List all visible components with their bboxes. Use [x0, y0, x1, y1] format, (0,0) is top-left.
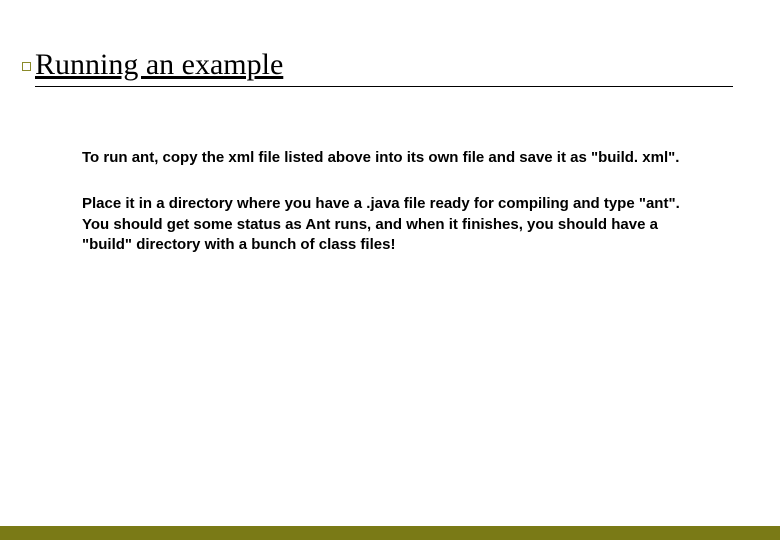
content-area: To run ant, copy the xml file listed abo…	[82, 148, 682, 281]
title-bullet-icon	[22, 62, 31, 71]
title-wrap: Running an example	[35, 48, 740, 84]
slide-title: Running an example	[35, 48, 740, 84]
footer-bar	[0, 526, 780, 540]
paragraph-2: Place it in a directory where you have a…	[82, 194, 682, 255]
paragraph-1: To run ant, copy the xml file listed abo…	[82, 148, 682, 168]
slide: Running an example To run ant, copy the …	[0, 0, 780, 540]
title-underline	[35, 86, 733, 87]
